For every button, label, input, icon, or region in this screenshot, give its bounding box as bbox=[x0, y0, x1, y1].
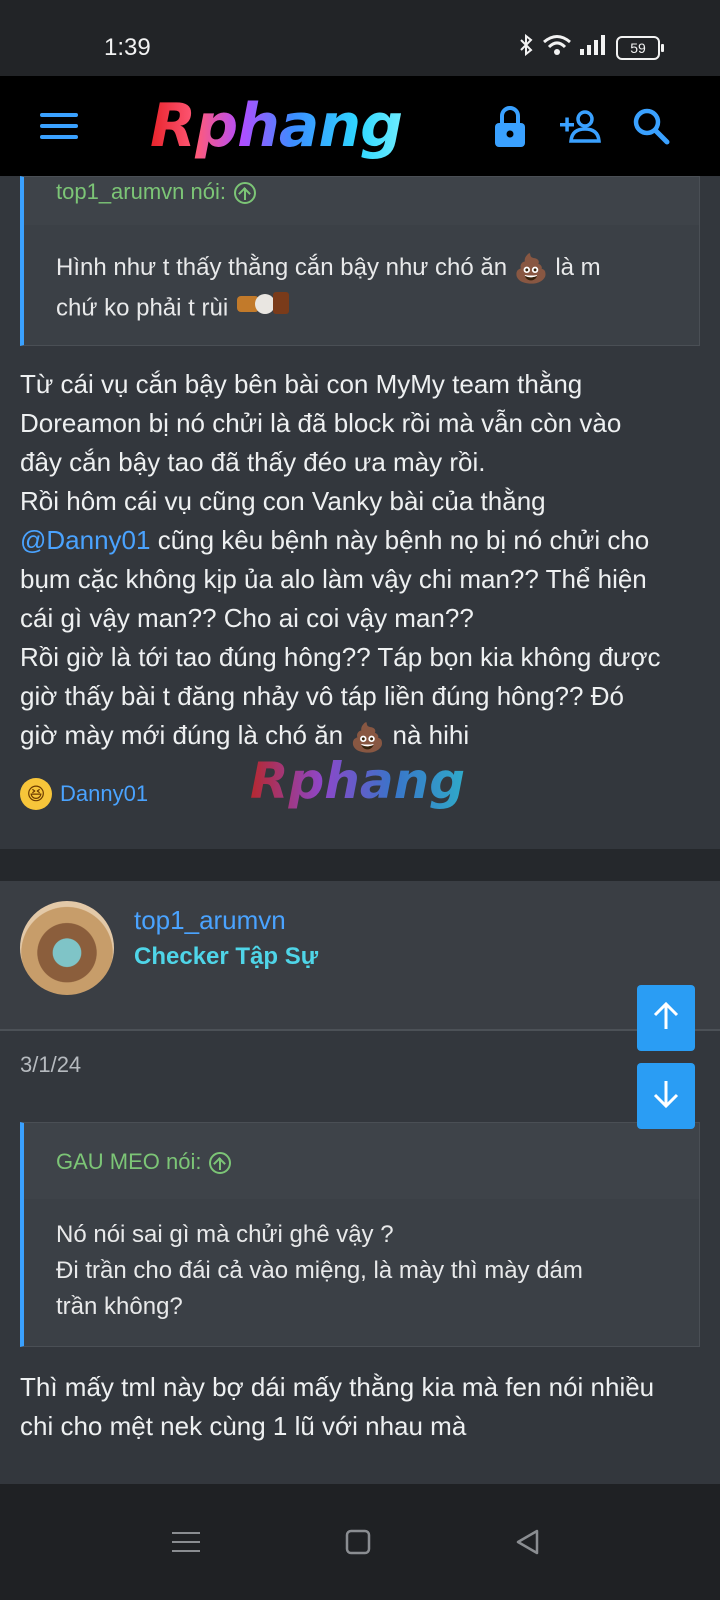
quote-author[interactable]: top1_arumvn nói: bbox=[56, 179, 226, 204]
quote-line-tail: là m bbox=[555, 254, 601, 281]
laughing-emoji-icon: 😆 bbox=[20, 778, 52, 810]
quote-text: Nó nói sai gì mà chửi ghê vậy ? Đi trần … bbox=[56, 1221, 583, 1320]
arrow-down-icon bbox=[652, 1079, 680, 1114]
post-quote-block: GAU MEO nói: Nó nói sai gì mà chửi ghê v… bbox=[20, 1122, 700, 1347]
scroll-down-button[interactable] bbox=[637, 1063, 695, 1129]
battery-icon: 59 bbox=[616, 35, 664, 60]
site-logo[interactable]: Rphang bbox=[150, 90, 410, 162]
status-icons: 59 bbox=[518, 33, 664, 61]
jump-to-quote-icon[interactable] bbox=[234, 182, 256, 205]
jump-to-quote-icon[interactable] bbox=[209, 1152, 232, 1175]
top-navbar: Rphang bbox=[0, 76, 720, 176]
wifi-icon bbox=[542, 34, 572, 61]
post-text: Từ cái vụ cắn bậy bên bài con MyMy team … bbox=[20, 369, 622, 516]
menu-icon[interactable] bbox=[166, 1484, 206, 1600]
quote-line: chứ ko phải t rùi bbox=[56, 294, 229, 321]
lock-icon[interactable] bbox=[490, 76, 530, 176]
user-title: Checker Tập Sự bbox=[134, 943, 319, 970]
add-user-icon[interactable] bbox=[556, 76, 606, 176]
quote-header: GAU MEO nói: bbox=[24, 1123, 699, 1199]
post-quote-block: top1_arumvn nói: Hình như t thấy thằng c… bbox=[20, 176, 700, 346]
arrow-up-icon bbox=[652, 1001, 680, 1036]
username-link[interactable]: top1_arumvn bbox=[134, 905, 286, 936]
poop-emoji-icon: 💩 bbox=[513, 252, 549, 284]
post-body: Thì mấy tml này bợ dái mấy thằng kia mà … bbox=[20, 1372, 655, 1441]
user-card: top1_arumvn Checker Tập Sự bbox=[0, 881, 720, 1031]
user-mention-link[interactable]: @Danny01 bbox=[20, 525, 150, 555]
post-separator bbox=[0, 849, 720, 881]
hamburger-icon[interactable] bbox=[36, 76, 82, 176]
post-text: cũng kêu bệnh này bệnh nọ bị nó chửi cho… bbox=[20, 525, 661, 750]
clock: 1:39 bbox=[104, 34, 151, 61]
search-icon[interactable] bbox=[630, 76, 672, 176]
post-body: Từ cái vụ cắn bậy bên bài con MyMy team … bbox=[20, 365, 700, 757]
post-date[interactable]: 3/1/24 bbox=[20, 1052, 81, 1078]
quote-header: top1_arumvn nói: bbox=[24, 177, 699, 225]
quote-line: Hình như t thấy thằng cắn bậy như chó ăn bbox=[56, 254, 508, 281]
quote-author[interactable]: GAU MEO nói: bbox=[56, 1149, 201, 1174]
system-nav-bar bbox=[0, 1484, 720, 1600]
reaction-bar[interactable]: 😆 Danny01 bbox=[20, 778, 148, 810]
post-text-tail: nà hihi bbox=[392, 720, 470, 750]
signal-icon bbox=[580, 35, 608, 60]
square-home-icon[interactable] bbox=[336, 1484, 380, 1600]
triangle-back-icon[interactable] bbox=[506, 1484, 550, 1600]
avatar[interactable] bbox=[20, 901, 114, 995]
watermark-logo: Rphang bbox=[250, 752, 466, 810]
status-bar: 1:39 59 bbox=[0, 0, 720, 76]
poop-emoji-icon: 💩 bbox=[350, 721, 386, 753]
reaction-user-link[interactable]: Danny01 bbox=[60, 781, 148, 807]
quote-text: Hình như t thấy thằng cắn bậy như chó ăn… bbox=[24, 225, 699, 330]
bluetooth-icon bbox=[518, 33, 534, 61]
scroll-up-button[interactable] bbox=[637, 985, 695, 1051]
emoticon-icon bbox=[235, 288, 291, 330]
